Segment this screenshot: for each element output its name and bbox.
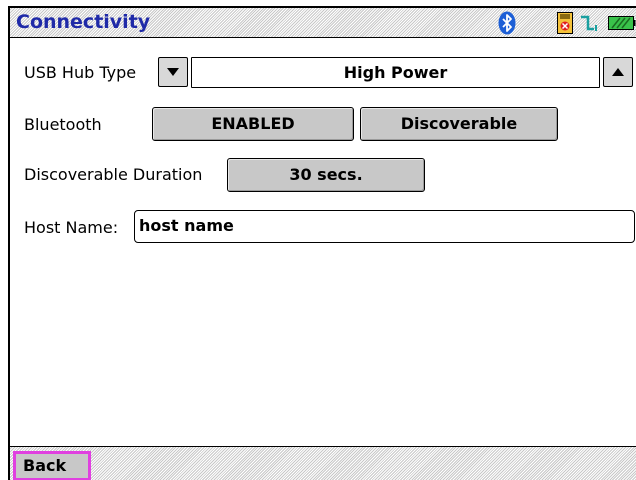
page-title: Connectivity bbox=[16, 11, 151, 33]
triangle-down-icon bbox=[167, 68, 179, 76]
title-bar: Connectivity bbox=[10, 8, 636, 38]
footer-bar: Back bbox=[10, 446, 636, 480]
host-name-input[interactable]: host name bbox=[134, 210, 635, 243]
usb-hub-prev-button[interactable] bbox=[158, 57, 188, 87]
triangle-up-icon bbox=[612, 68, 624, 76]
host-name-label: Host Name: bbox=[24, 218, 119, 237]
usb-hub-type-label: USB Hub Type bbox=[24, 63, 137, 82]
usb-hub-type-select[interactable]: High Power bbox=[191, 57, 600, 88]
bluetooth-icon bbox=[498, 11, 516, 35]
usb-hub-type-value: High Power bbox=[343, 63, 448, 82]
memory-card-icon bbox=[557, 12, 573, 34]
host-name-value: host name bbox=[139, 216, 234, 235]
usb-hub-next-button[interactable] bbox=[603, 57, 633, 87]
bluetooth-discoverable-button[interactable]: Discoverable bbox=[360, 107, 558, 141]
discoverable-duration-label: Discoverable Duration bbox=[24, 165, 203, 184]
discoverable-duration-button[interactable]: 30 secs. bbox=[227, 158, 425, 192]
connection-icon bbox=[581, 15, 597, 31]
battery-icon bbox=[608, 16, 636, 30]
bluetooth-label: Bluetooth bbox=[24, 115, 102, 134]
app-window: Connectivity USB Hub Type High Power Blu… bbox=[8, 6, 636, 480]
bluetooth-enabled-button[interactable]: ENABLED bbox=[152, 107, 354, 141]
back-button[interactable]: Back bbox=[13, 451, 91, 480]
